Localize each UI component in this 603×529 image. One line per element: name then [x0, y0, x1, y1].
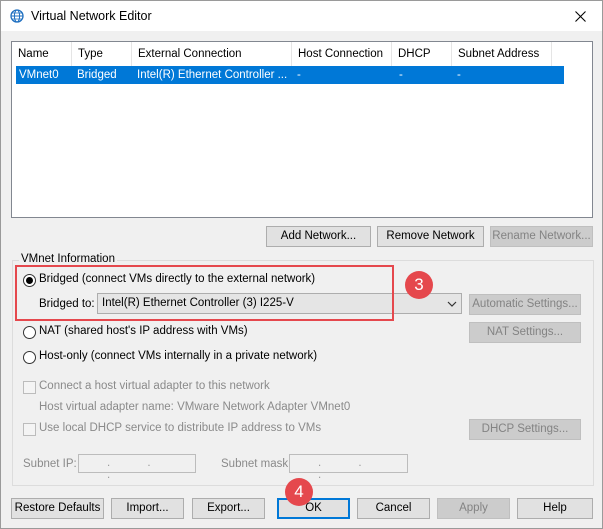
column-header-subnet-address[interactable]: Subnet Address — [452, 42, 552, 66]
import-button[interactable]: Import... — [111, 498, 184, 519]
virtual-network-editor-window: Virtual Network Editor Name Type Externa… — [0, 0, 603, 529]
help-button[interactable]: Help — [517, 498, 593, 519]
window-title: Virtual Network Editor — [31, 9, 152, 23]
annotation-badge-3: 3 — [405, 271, 433, 299]
column-header-name[interactable]: Name — [12, 42, 72, 66]
host-only-label: Host-only (connect VMs internally in a p… — [39, 350, 318, 362]
rename-network-button[interactable]: Rename Network... — [490, 226, 593, 247]
annotation-highlight-box — [15, 265, 394, 321]
chevron-down-icon — [447, 301, 457, 307]
nat-label: NAT (shared host's IP address with VMs) — [39, 325, 248, 337]
cell-external-connection: Intel(R) Ethernet Controller ... — [137, 69, 288, 81]
cancel-button[interactable]: Cancel — [357, 498, 430, 519]
network-table[interactable]: Name Type External Connection Host Conne… — [11, 41, 593, 218]
cell-host-connection: - — [297, 69, 301, 81]
use-dhcp-checkbox[interactable] — [23, 423, 36, 436]
subnet-ip-dots: . . . — [107, 457, 168, 481]
column-header-external-connection[interactable]: External Connection — [132, 42, 292, 66]
column-header-type[interactable]: Type — [72, 42, 132, 66]
apply-button[interactable]: Apply — [437, 498, 510, 519]
close-button[interactable] — [558, 1, 602, 31]
subnet-mask-dots: . . . — [318, 457, 379, 481]
dhcp-settings-button[interactable]: DHCP Settings... — [469, 419, 581, 440]
restore-defaults-button[interactable]: Restore Defaults — [11, 498, 104, 519]
nat-radio[interactable] — [23, 326, 36, 339]
cell-type: Bridged — [77, 69, 117, 81]
use-dhcp-label: Use local DHCP service to distribute IP … — [39, 422, 322, 434]
host-only-radio[interactable] — [23, 351, 36, 364]
add-network-button[interactable]: Add Network... — [266, 226, 371, 247]
annotation-badge-4: 4 — [285, 478, 313, 506]
connect-host-adapter-checkbox[interactable] — [23, 381, 36, 394]
globe-icon — [10, 9, 24, 23]
export-button[interactable]: Export... — [192, 498, 265, 519]
table-header: Name Type External Connection Host Conne… — [12, 42, 592, 66]
automatic-settings-button[interactable]: Automatic Settings... — [469, 294, 581, 315]
column-header-host-connection[interactable]: Host Connection — [292, 42, 392, 66]
connect-host-adapter-label: Connect a host virtual adapter to this n… — [39, 380, 270, 392]
cell-subnet-address: - — [457, 69, 461, 81]
cell-dhcp: - — [399, 69, 403, 81]
nat-settings-button[interactable]: NAT Settings... — [469, 322, 581, 343]
column-header-dhcp[interactable]: DHCP — [392, 42, 452, 66]
subnet-ip-label: Subnet IP: — [23, 458, 77, 470]
subnet-mask-label: Subnet mask: — [221, 458, 292, 470]
vmnet-information-label: VMnet Information — [19, 253, 117, 265]
cell-name: VMnet0 — [19, 69, 59, 81]
title-bar: Virtual Network Editor — [1, 1, 602, 31]
adapter-name-label: Host virtual adapter name: VMware Networ… — [39, 401, 351, 413]
subnet-mask-input[interactable]: . . . — [289, 454, 408, 481]
remove-network-button[interactable]: Remove Network — [377, 226, 484, 247]
close-icon — [574, 10, 586, 22]
table-row[interactable]: VMnet0 Bridged Intel(R) Ethernet Control… — [16, 66, 564, 84]
subnet-ip-input[interactable]: . . . — [78, 454, 196, 481]
